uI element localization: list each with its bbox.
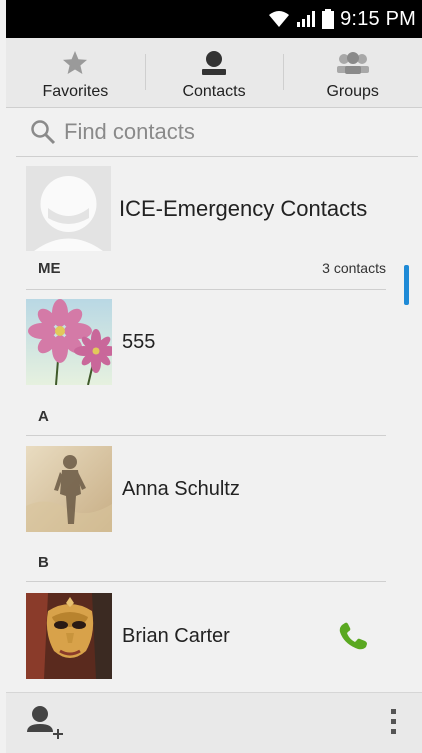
contact-name: 555	[122, 330, 156, 353]
tab-groups[interactable]: Groups	[283, 38, 422, 107]
tab-favorites-label: Favorites	[42, 83, 109, 100]
person-icon	[202, 47, 226, 79]
tab-contacts[interactable]: Contacts	[144, 38, 284, 107]
battery-icon	[322, 9, 335, 29]
search-bar	[16, 108, 418, 157]
contact-name: Anna Schultz	[122, 477, 240, 500]
section-header-me: ME 3 contacts	[26, 260, 386, 290]
ice-label: ICE-Emergency Contacts	[119, 195, 368, 221]
default-avatar-icon	[26, 166, 111, 251]
section-letter: B	[38, 554, 49, 571]
star-icon	[62, 47, 88, 79]
tab-groups-label: Groups	[326, 83, 379, 100]
section-header-a: A	[26, 408, 386, 436]
phone-icon	[339, 622, 367, 650]
search-icon	[30, 119, 56, 145]
add-person-icon	[27, 706, 63, 739]
group-icon	[336, 47, 370, 79]
tab-favorites[interactable]: Favorites	[6, 38, 145, 107]
contact-photo	[26, 299, 112, 385]
contact-photo	[26, 593, 112, 679]
more-options-icon[interactable]	[391, 709, 396, 734]
contact-name: Brian Carter	[122, 624, 230, 647]
list-item[interactable]: 555	[26, 299, 155, 385]
clock: 9:15 PM	[340, 7, 416, 30]
tab-contacts-label: Contacts	[182, 83, 246, 100]
wifi-icon	[269, 11, 290, 27]
list-item[interactable]: Anna Schultz	[26, 446, 240, 532]
tab-bar: Favorites Contacts Groups	[6, 38, 422, 108]
status-bar: 9:15 PM	[6, 0, 422, 38]
scrollbar[interactable]	[404, 265, 409, 305]
ice-emergency-contacts[interactable]: ICE-Emergency Contacts	[26, 166, 367, 251]
signal-icon	[297, 11, 316, 27]
contact-list[interactable]: ICE-Emergency Contacts ME 3 contacts 555…	[0, 156, 422, 686]
search-input[interactable]	[64, 119, 384, 145]
add-contact-button[interactable]	[26, 705, 66, 746]
call-button[interactable]	[336, 622, 370, 652]
contact-count: 3 contacts	[322, 260, 386, 276]
list-item[interactable]: Brian Carter	[26, 593, 230, 679]
bottom-action-bar	[6, 692, 422, 753]
contact-photo	[26, 446, 112, 532]
section-header-b: B	[26, 554, 386, 582]
section-letter: A	[38, 408, 49, 425]
section-letter: ME	[38, 260, 61, 277]
